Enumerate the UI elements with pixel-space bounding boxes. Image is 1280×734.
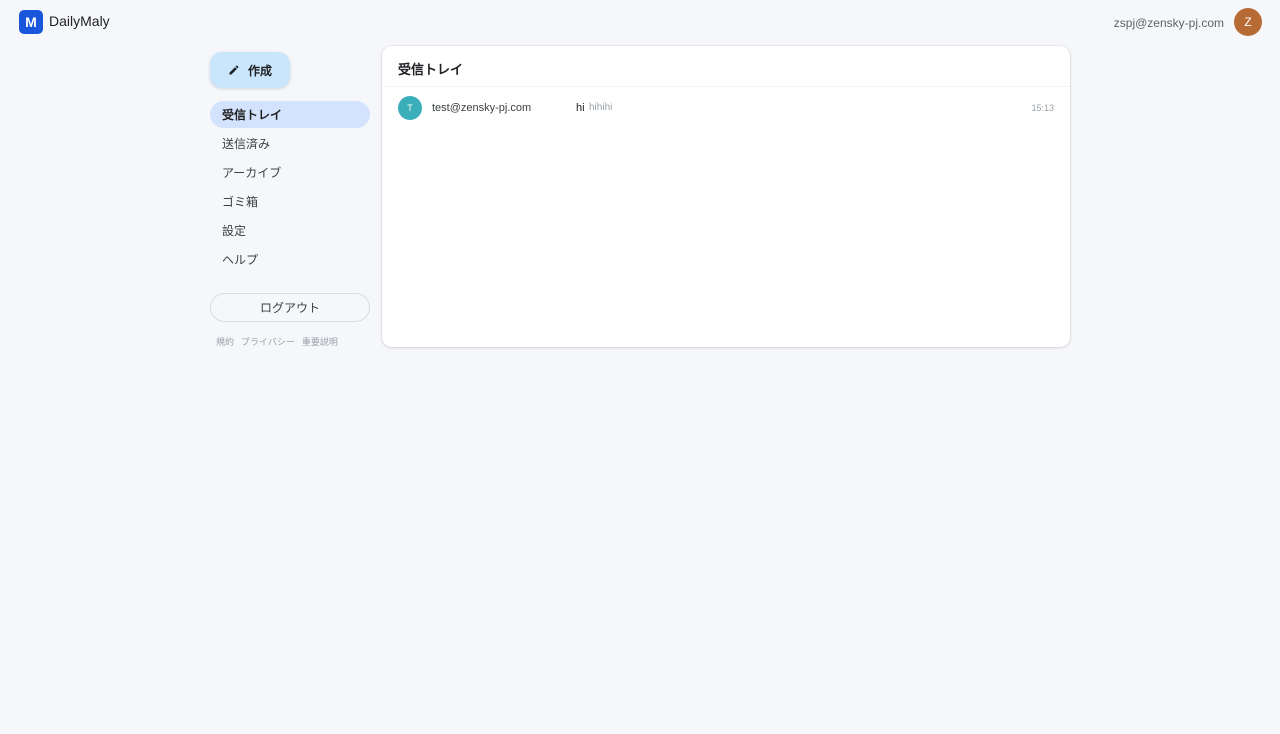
sidebar-item-help[interactable]: ヘルプ: [210, 246, 370, 273]
inbox-panel: 受信トレイ T test@zensky-pj.com hi hihihi 15:…: [382, 46, 1070, 347]
important-notice-link[interactable]: 重要説明: [302, 335, 338, 348]
sidebar-item-sent[interactable]: 送信済み: [210, 130, 370, 157]
compose-label: 作成: [247, 63, 272, 78]
sidebar-item-settings[interactable]: 設定: [210, 217, 370, 244]
privacy-link[interactable]: プライバシー: [241, 335, 295, 348]
divider: [382, 86, 1070, 87]
message-subject: hi: [576, 102, 585, 114]
sender-avatar: T: [398, 96, 422, 120]
logout-button[interactable]: ログアウト: [210, 293, 370, 322]
page-title: 受信トレイ: [398, 62, 464, 77]
pencil-icon: [228, 64, 240, 76]
user-avatar[interactable]: Z: [1234, 8, 1262, 36]
message-row[interactable]: T test@zensky-pj.com hi hihihi 15:13: [382, 91, 1070, 127]
sidebar-nav: 受信トレイ 送信済み アーカイブ ゴミ箱 設定 ヘルプ: [210, 101, 370, 275]
message-snippet: hihihi: [589, 102, 613, 113]
app-name[interactable]: DailyMaly: [49, 13, 110, 29]
sidebar-item-archive[interactable]: アーカイブ: [210, 159, 370, 186]
sidebar-item-inbox[interactable]: 受信トレイ: [210, 101, 370, 128]
footer-links: 規約 プライバシー 重要説明: [216, 335, 338, 348]
message-time: 15:13: [1031, 103, 1054, 113]
message-sender: test@zensky-pj.com: [432, 102, 532, 114]
user-email: zspj@zensky-pj.com: [1113, 16, 1224, 30]
app-logo-icon[interactable]: M: [19, 10, 43, 34]
app-header: M DailyMaly zspj@zensky-pj.com Z: [0, 0, 1280, 44]
terms-link[interactable]: 規約: [216, 335, 234, 348]
sidebar-item-trash[interactable]: ゴミ箱: [210, 188, 370, 215]
compose-button[interactable]: 作成: [210, 52, 290, 88]
